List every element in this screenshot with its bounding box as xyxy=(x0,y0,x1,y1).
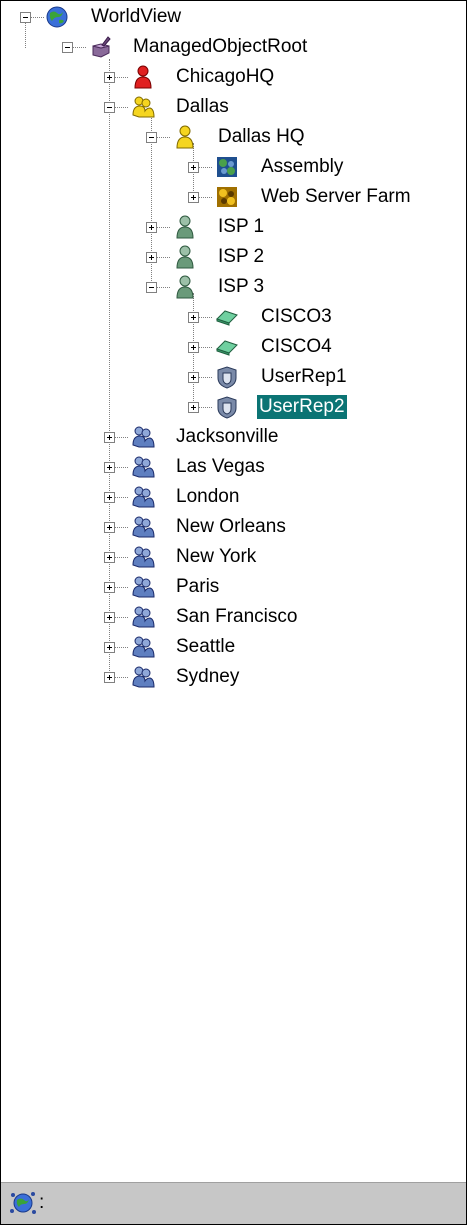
blue-group-icon xyxy=(132,666,155,688)
yellow-person-icon xyxy=(176,125,194,149)
expand-toggle[interactable] xyxy=(188,192,199,203)
shield-icon xyxy=(217,366,237,389)
expand-toggle[interactable] xyxy=(188,342,199,353)
expand-toggle[interactable] xyxy=(104,612,115,623)
tree-connector xyxy=(30,17,44,18)
tree-panel: WorldView ManagedObjectRoot ChicagoHQ Da… xyxy=(0,0,467,1225)
expand-toggle[interactable] xyxy=(104,582,115,593)
tree-connector xyxy=(114,677,128,678)
tree-connector xyxy=(156,257,170,258)
red-person-icon xyxy=(134,65,152,89)
expand-toggle[interactable] xyxy=(188,372,199,383)
tree-label-city[interactable]: San Francisco xyxy=(174,605,299,629)
collapse-toggle[interactable] xyxy=(62,42,73,53)
tree-connector xyxy=(198,317,212,318)
green-person-icon xyxy=(176,275,194,299)
router-icon xyxy=(216,340,238,356)
globe-icon xyxy=(46,6,68,28)
router-icon xyxy=(216,310,238,326)
tree-connector xyxy=(198,197,212,198)
tree-connector xyxy=(114,467,128,468)
tree-label-dallas[interactable]: Dallas xyxy=(174,95,231,119)
expand-toggle[interactable] xyxy=(104,492,115,503)
tree-label-web-server-farm[interactable]: Web Server Farm xyxy=(259,185,413,209)
expand-toggle[interactable] xyxy=(104,522,115,533)
collapse-toggle[interactable] xyxy=(104,102,115,113)
tree-connector xyxy=(114,647,128,648)
tree-label-userrep2-selected[interactable]: UserRep2 xyxy=(257,395,347,419)
tree-connector xyxy=(114,527,128,528)
tree-label-city[interactable]: London xyxy=(174,485,241,509)
tree-connector xyxy=(114,557,128,558)
blue-group-icon xyxy=(132,636,155,658)
tree-label-city[interactable]: Paris xyxy=(174,575,221,599)
expand-toggle[interactable] xyxy=(146,222,157,233)
expand-toggle[interactable] xyxy=(188,312,199,323)
tree-label-dallas-hq[interactable]: Dallas HQ xyxy=(216,125,307,149)
blue-group-icon xyxy=(132,606,155,628)
tree-label-isp1[interactable]: ISP 1 xyxy=(216,215,266,239)
shield-icon xyxy=(217,396,237,419)
tree-label-city[interactable]: Las Vegas xyxy=(174,455,267,479)
tree-label-city[interactable]: Jacksonville xyxy=(174,425,280,449)
tree-connector xyxy=(198,167,212,168)
expand-toggle[interactable] xyxy=(188,402,199,413)
expand-toggle[interactable] xyxy=(104,462,115,473)
blue-group-icon xyxy=(132,426,155,448)
status-bar: : xyxy=(1,1182,466,1224)
tree-label-assembly[interactable]: Assembly xyxy=(259,155,345,179)
expand-toggle[interactable] xyxy=(104,432,115,443)
tree-connector xyxy=(114,437,128,438)
tree-connector xyxy=(156,287,170,288)
green-person-icon xyxy=(176,215,194,239)
tree-label-city[interactable]: Sydney xyxy=(174,665,241,689)
expand-toggle[interactable] xyxy=(104,72,115,83)
tree-label-city[interactable]: Seattle xyxy=(174,635,237,659)
tree-connector xyxy=(114,617,128,618)
tree-connector xyxy=(72,47,86,48)
yellow-gear-cluster-icon xyxy=(217,187,237,207)
tree-label-isp3[interactable]: ISP 3 xyxy=(216,275,266,299)
collapse-toggle[interactable] xyxy=(20,12,31,23)
yellow-group-icon xyxy=(132,96,155,118)
tree-label-managed-object-root[interactable]: ManagedObjectRoot xyxy=(131,35,309,59)
tree-connector xyxy=(198,407,212,408)
green-person-icon xyxy=(176,245,194,269)
tree-connector xyxy=(114,497,128,498)
status-text: : xyxy=(39,1192,45,1213)
blue-gear-cluster-icon xyxy=(217,157,237,177)
tree-connector xyxy=(156,137,170,138)
network-status-icon xyxy=(10,1192,36,1214)
blue-group-icon xyxy=(132,456,155,478)
tree-connector xyxy=(198,377,212,378)
tree-label-chicagohq[interactable]: ChicagoHQ xyxy=(174,65,276,89)
tree-label-cisco4[interactable]: CISCO4 xyxy=(259,335,334,359)
expand-toggle[interactable] xyxy=(188,162,199,173)
blue-group-icon xyxy=(132,516,155,538)
collapse-toggle[interactable] xyxy=(146,132,157,143)
collapse-toggle[interactable] xyxy=(146,282,157,293)
expand-toggle[interactable] xyxy=(104,672,115,683)
tree-connector xyxy=(114,587,128,588)
tree-label-city[interactable]: New York xyxy=(174,545,258,569)
tree-connector xyxy=(198,347,212,348)
tree-label-cisco3[interactable]: CISCO3 xyxy=(259,305,334,329)
object-tree[interactable]: WorldView ManagedObjectRoot ChicagoHQ Da… xyxy=(1,1,466,1183)
tree-label-worldview[interactable]: WorldView xyxy=(89,5,183,29)
tree-connector xyxy=(156,227,170,228)
expand-toggle[interactable] xyxy=(146,252,157,263)
blue-group-icon xyxy=(132,486,155,508)
blue-group-icon xyxy=(132,546,155,568)
expand-toggle[interactable] xyxy=(104,552,115,563)
tree-connector xyxy=(114,107,128,108)
tree-label-city[interactable]: New Orleans xyxy=(174,515,288,539)
managed-object-root-icon xyxy=(92,36,111,58)
expand-toggle[interactable] xyxy=(104,642,115,653)
tree-label-isp2[interactable]: ISP 2 xyxy=(216,245,266,269)
tree-label-userrep1[interactable]: UserRep1 xyxy=(259,365,349,389)
tree-connector xyxy=(114,77,128,78)
tree-connector xyxy=(25,23,26,48)
blue-group-icon xyxy=(132,576,155,598)
